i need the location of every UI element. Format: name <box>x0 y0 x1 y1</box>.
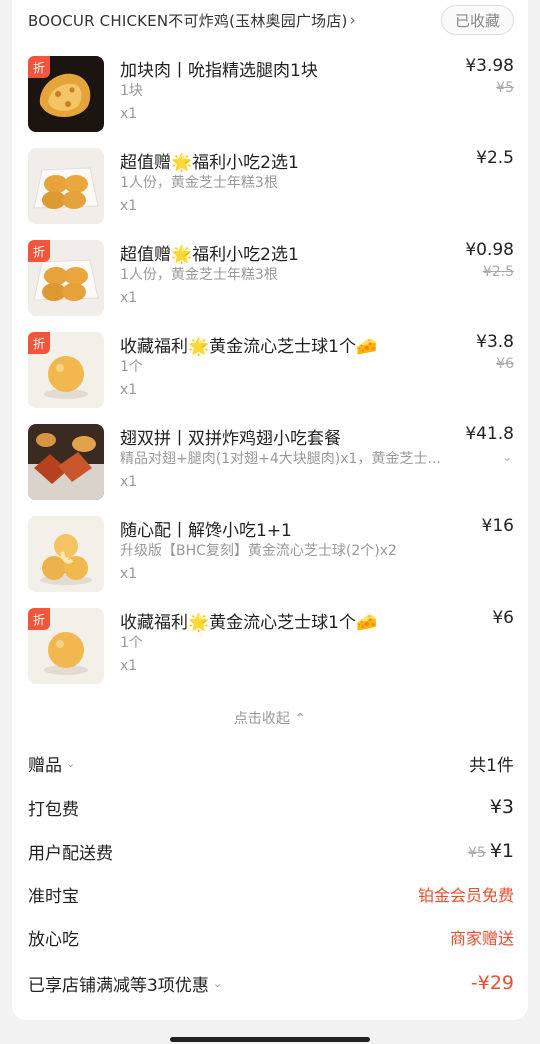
ontime-row[interactable]: 准时宝 铂金会员免费 <box>28 881 514 907</box>
delivery-fee-value: ¥1 <box>489 840 514 862</box>
item-price: ¥3.98 <box>465 56 514 76</box>
order-card: BOOCUR CHICKEN不可炸鸡(玉林奥园广场店) › 已收藏 折 加块肉丨… <box>12 0 528 1020</box>
packing-fee-row: 打包费 ¥3 <box>28 794 514 820</box>
chevron-down-icon: ⌄ <box>212 976 223 990</box>
discount-badge: 折 <box>28 608 50 630</box>
item-price: ¥41.8 <box>465 424 514 444</box>
chevron-right-icon: › <box>349 11 356 29</box>
item-quantity: x1 <box>120 474 138 490</box>
item-name: 翅双拼丨双拼炸鸡翅小吃套餐 <box>120 429 341 449</box>
favorite-button[interactable]: 已收藏 <box>440 5 514 35</box>
item-name: 随心配丨解馋小吃1+1 <box>120 521 292 541</box>
item-quantity: x1 <box>120 658 138 674</box>
home-indicator[interactable] <box>170 1037 370 1042</box>
item-spec: 1个 <box>120 635 143 651</box>
item-price: ¥0.98 <box>465 240 514 260</box>
packing-fee-label: 打包费 <box>28 799 79 820</box>
item-name: 超值赠🌟福利小吃2选1 <box>120 245 299 265</box>
list-item[interactable]: 折 收藏福利🌟黄金流心芝士球1个🧀 1个 x1 ¥6 <box>28 608 514 688</box>
discount-badge: 折 <box>28 56 50 78</box>
item-spec: 1个 <box>120 359 143 375</box>
delivery-fee-row: 用户配送费 ¥5 ¥1 <box>28 838 514 864</box>
safe-eat-label: 放心吃 <box>28 929 79 950</box>
list-item[interactable]: 折 超值赠🌟福利小吃2选1 1人份，黄金芝士年糕3根 x1 ¥0.98 ¥2.5 <box>28 240 514 320</box>
item-name: 收藏福利🌟黄金流心芝士球1个🧀 <box>120 613 378 633</box>
item-name: 收藏福利🌟黄金流心芝士球1个🧀 <box>120 337 378 357</box>
list-item[interactable]: 翅双拼丨双拼炸鸡翅小吃套餐 精品对翅+腿肉(1对翅+4大块腿肉)x1，黄金芝士.… <box>28 424 514 504</box>
collapse-button[interactable]: 点击收起 ⌃ <box>12 708 528 728</box>
store-header: BOOCUR CHICKEN不可炸鸡(玉林奥园广场店) › 已收藏 <box>28 5 514 35</box>
discount-label: 已享店铺满减等3项优惠 <box>28 975 209 996</box>
safe-eat-row[interactable]: 放心吃 商家赠送 <box>28 924 514 950</box>
item-quantity: x1 <box>120 382 138 398</box>
item-original-price: ¥2.5 <box>482 264 514 280</box>
item-name: 加块肉丨吮指精选腿肉1块 <box>120 61 318 81</box>
ontime-label: 准时宝 <box>28 886 79 907</box>
delivery-fee-label: 用户配送费 <box>28 843 113 864</box>
safe-eat-value: 商家赠送 <box>449 929 514 948</box>
item-price: ¥16 <box>481 516 514 536</box>
gift-label: 赠品 <box>28 755 62 776</box>
discount-value: -¥29 <box>470 972 514 994</box>
item-name: 超值赠🌟福利小吃2选1 <box>120 153 299 173</box>
packing-fee-value: ¥3 <box>489 796 514 818</box>
item-quantity: x1 <box>120 198 138 214</box>
discount-row[interactable]: 已享店铺满减等3项优惠 ⌄ -¥29 <box>28 970 514 996</box>
item-spec: 精品对翅+腿肉(1对翅+4大块腿肉)x1，黄金芝士... <box>120 451 441 467</box>
item-price: ¥6 <box>492 608 514 628</box>
ontime-value: 铂金会员免费 <box>417 886 514 905</box>
item-original-price: ¥5 <box>496 80 514 96</box>
discount-badge: 折 <box>28 240 50 262</box>
item-spec: 1人份，黄金芝士年糕3根 <box>120 267 278 283</box>
gift-value: 共1件 <box>469 755 514 776</box>
list-item[interactable]: 随心配丨解馋小吃1+1 升级版【BHC复刻】黄金流心芝士球(2个)x2 x1 ¥… <box>28 516 514 596</box>
list-item[interactable]: 折 加块肉丨吮指精选腿肉1块 1块 x1 ¥3.98 ¥5 <box>28 56 514 136</box>
chevron-down-icon[interactable]: ⌄ <box>502 450 512 464</box>
gift-row[interactable]: 赠品 ⌄ 共1件 <box>28 750 514 776</box>
item-quantity: x1 <box>120 290 138 306</box>
item-quantity: x1 <box>120 106 138 122</box>
item-spec: 升级版【BHC复刻】黄金流心芝士球(2个)x2 <box>120 543 397 559</box>
item-quantity: x1 <box>120 566 138 582</box>
chevron-down-icon: ⌄ <box>66 756 76 770</box>
list-item[interactable]: 超值赠🌟福利小吃2选1 1人份，黄金芝士年糕3根 x1 ¥2.5 <box>28 148 514 228</box>
item-price: ¥2.5 <box>476 148 514 168</box>
product-image <box>28 424 104 500</box>
item-spec: 1人份，黄金芝士年糕3根 <box>120 175 278 191</box>
discount-badge: 折 <box>28 332 50 354</box>
item-price: ¥3.8 <box>476 332 514 352</box>
item-original-price: ¥6 <box>496 356 514 372</box>
delivery-original-price: ¥5 <box>467 845 486 861</box>
store-name-link[interactable]: BOOCUR CHICKEN不可炸鸡(玉林奥园广场店) › <box>28 10 356 31</box>
store-name: BOOCUR CHICKEN不可炸鸡(玉林奥园广场店) <box>28 11 348 30</box>
item-spec: 1块 <box>120 83 143 99</box>
list-item[interactable]: 折 收藏福利🌟黄金流心芝士球1个🧀 1个 x1 ¥3.8 ¥6 <box>28 332 514 412</box>
product-image <box>28 516 104 592</box>
product-image <box>28 148 104 224</box>
